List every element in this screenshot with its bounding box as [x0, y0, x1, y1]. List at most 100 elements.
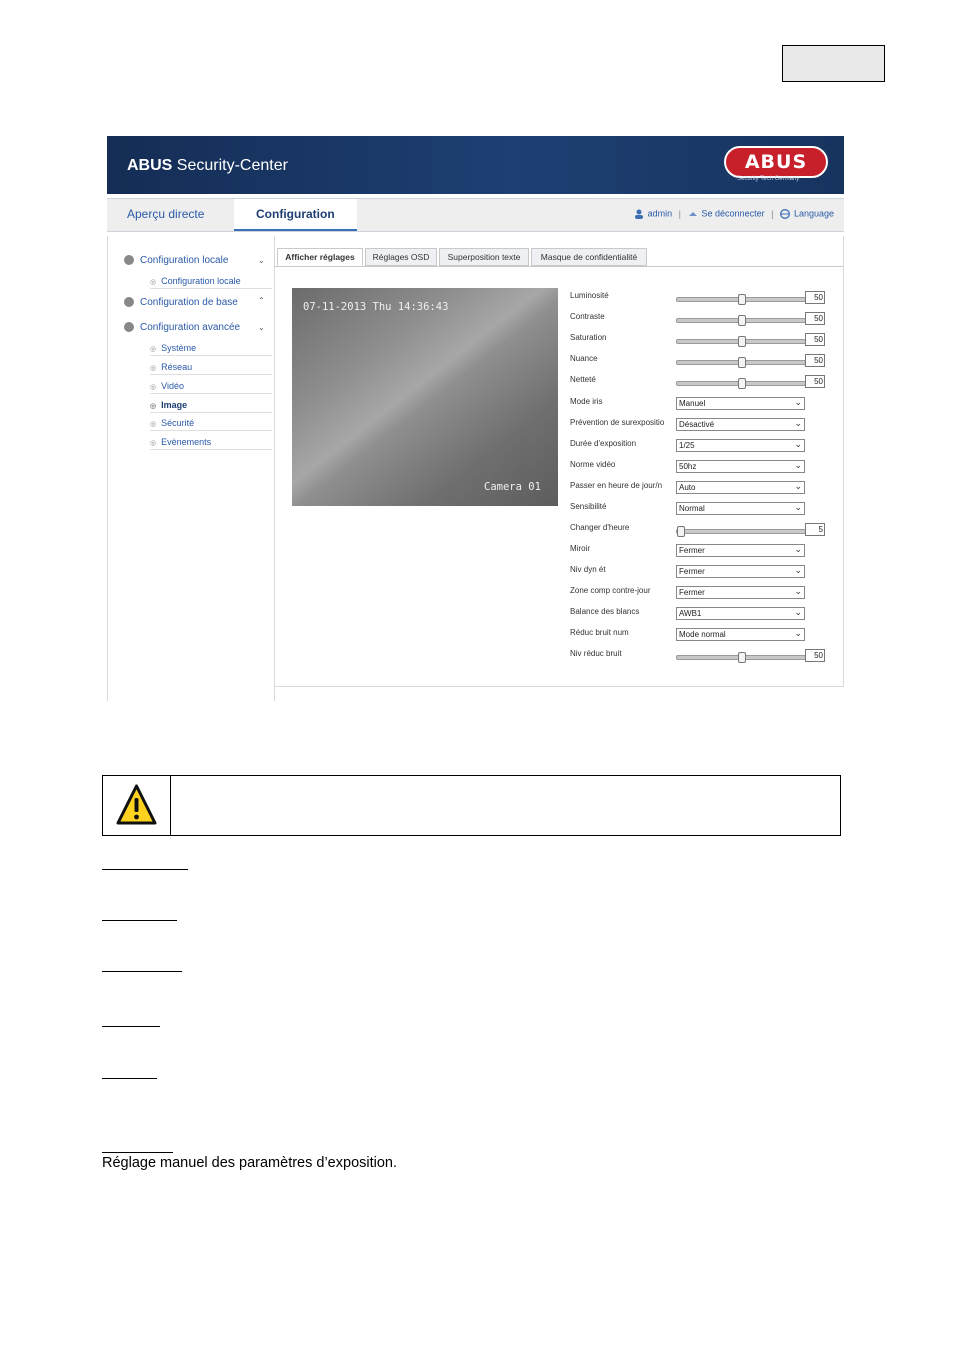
tab-osd-settings[interactable]: Réglages OSD: [365, 248, 437, 266]
sidebar-item-image[interactable]: Image: [150, 400, 272, 413]
day-night-select[interactable]: Auto ⌄: [676, 481, 805, 494]
wdr-select[interactable]: Fermer ⌄: [676, 565, 805, 578]
body-text: Réglage manuel des paramètres d’expositi…: [102, 1155, 398, 1171]
chevron-down-icon[interactable]: ⌄: [258, 256, 265, 265]
underline: [102, 920, 177, 921]
switch-time-row: Changer d'heure 5: [570, 523, 830, 537]
chevron-down-icon: ⌄: [794, 565, 802, 575]
blc-row: Zone comp contre-jour Fermer ⌄: [570, 586, 830, 600]
underline: [102, 1026, 160, 1027]
chevron-down-icon[interactable]: ⌄: [258, 323, 265, 332]
language-link[interactable]: Language: [794, 209, 834, 219]
sidebar-item-events[interactable]: Evènements: [150, 437, 272, 450]
chevron-down-icon: ⌄: [794, 460, 802, 470]
chevron-down-icon: ⌄: [794, 502, 802, 512]
warning-icon-cell: [103, 776, 171, 835]
sidebar-item-system[interactable]: Système: [150, 343, 272, 356]
white-balance-select[interactable]: AWB1 ⌄: [676, 607, 805, 620]
sharpness-row: Netteté 50: [570, 375, 830, 389]
contrast-value[interactable]: 50: [805, 312, 825, 325]
saturation-row: Saturation 50: [570, 333, 830, 347]
chevron-down-icon: ⌄: [794, 397, 802, 407]
saturation-value[interactable]: 50: [805, 333, 825, 346]
white-balance-row: Balance des blancs AWB1 ⌄: [570, 607, 830, 621]
dnr-level-value[interactable]: 50: [805, 649, 825, 662]
chevron-down-icon: ⌄: [794, 628, 802, 638]
chevron-up-icon[interactable]: ⌃: [258, 296, 265, 305]
contrast-slider[interactable]: [676, 315, 806, 326]
dnr-level-row: Niv réduc bruit 50: [570, 649, 830, 663]
tab-live-view[interactable]: Aperçu directe: [127, 199, 204, 231]
sidebar-item-local-config[interactable]: Configuration locale: [150, 276, 272, 289]
osd-datetime: 07-11-2013 Thu 14:36:43: [303, 301, 449, 313]
hue-slider[interactable]: [676, 357, 806, 368]
brightness-slider[interactable]: [676, 294, 806, 305]
hue-row: Nuance 50: [570, 354, 830, 368]
brightness-value[interactable]: 50: [805, 291, 825, 304]
gear-icon: [124, 297, 134, 308]
chevron-down-icon: ⌄: [794, 607, 802, 617]
tab-display-settings[interactable]: Afficher réglages: [277, 248, 363, 266]
page-number-box: [782, 45, 885, 82]
wrench-icon: [124, 322, 134, 333]
exposure-time-row: Durée d'exposition 1/25 ⌄: [570, 439, 830, 453]
user-icon: [634, 209, 644, 219]
dnr-select[interactable]: Mode normal ⌄: [676, 628, 805, 641]
dnr-level-slider[interactable]: [676, 652, 806, 663]
screenshot: ABUS Security-Center ABUS Security Tech …: [107, 136, 844, 701]
switch-time-value[interactable]: 5: [805, 523, 825, 536]
sensitivity-select[interactable]: Normal ⌄: [676, 502, 805, 515]
underline: [102, 971, 182, 972]
sidebar-item-video[interactable]: Vidéo: [150, 381, 272, 394]
top-nav: Aperçu directe Configuration admin | Se …: [107, 198, 844, 232]
warning-icon: [116, 784, 157, 825]
switch-time-slider[interactable]: [676, 526, 806, 537]
overexposure-select[interactable]: Désactivé ⌄: [676, 418, 805, 431]
saturation-slider[interactable]: [676, 336, 806, 347]
logout-icon: [688, 209, 698, 219]
underline: [102, 869, 188, 870]
sharpness-slider[interactable]: [676, 378, 806, 389]
tab-configuration[interactable]: Configuration: [234, 199, 357, 231]
logout-link[interactable]: Se déconnecter: [702, 209, 765, 219]
user-name[interactable]: admin: [648, 209, 673, 219]
iris-mode-row: Mode iris Manuel ⌄: [570, 397, 830, 411]
hue-value[interactable]: 50: [805, 354, 825, 367]
sidebar-basic-config[interactable]: Configuration de base: [124, 297, 238, 308]
warning-box: [102, 775, 841, 836]
sharpness-value[interactable]: 50: [805, 375, 825, 388]
content-panel: Afficher réglages Réglages OSD Superposi…: [274, 236, 844, 687]
app-header: ABUS Security-Center ABUS Security Tech …: [107, 136, 844, 194]
sensitivity-row: Sensibilité Normal ⌄: [570, 502, 830, 516]
overexposure-row: Prévention de surexpositio Désactivé ⌄: [570, 418, 830, 432]
video-standard-select[interactable]: 50hz ⌄: [676, 460, 805, 473]
sidebar-item-network[interactable]: Réseau: [150, 362, 272, 375]
exposure-time-select[interactable]: 1/25 ⌄: [676, 439, 805, 452]
abus-logo: ABUS: [724, 146, 828, 178]
iris-mode-select[interactable]: Manuel ⌄: [676, 397, 805, 410]
day-night-row: Passer en heure de jour/n Auto ⌄: [570, 481, 830, 495]
video-preview: 07-11-2013 Thu 14:36:43 Camera 01: [292, 288, 558, 506]
sidebar-advanced-config[interactable]: Configuration avancée: [124, 322, 240, 333]
sidebar: Configuration locale ⌄ Configuration loc…: [107, 236, 275, 701]
sidebar-item-security[interactable]: Sécurité: [150, 418, 272, 431]
monitor-icon: [124, 255, 134, 266]
chevron-down-icon: ⌄: [794, 439, 802, 449]
logo-tagline: Security Tech Germany: [737, 176, 800, 182]
blc-select[interactable]: Fermer ⌄: [676, 586, 805, 599]
osd-camera-name: Camera 01: [484, 481, 541, 493]
contrast-row: Contraste 50: [570, 312, 830, 326]
wdr-row: Niv dyn ét Fermer ⌄: [570, 565, 830, 579]
sidebar-local-config[interactable]: Configuration locale: [124, 255, 228, 266]
chevron-down-icon: ⌄: [794, 481, 802, 491]
dnr-row: Réduc bruit num Mode normal ⌄: [570, 628, 830, 642]
video-standard-row: Norme vidéo 50hz ⌄: [570, 460, 830, 474]
chevron-down-icon: ⌄: [794, 586, 802, 596]
tab-text-overlay[interactable]: Superposition texte: [439, 248, 529, 266]
chevron-down-icon: ⌄: [794, 544, 802, 554]
globe-icon: [780, 208, 790, 219]
brightness-row: Luminosité 50: [570, 291, 830, 305]
tab-privacy-mask[interactable]: Masque de confidentialité: [531, 248, 647, 266]
mirror-select[interactable]: Fermer ⌄: [676, 544, 805, 557]
chevron-down-icon: ⌄: [794, 418, 802, 428]
